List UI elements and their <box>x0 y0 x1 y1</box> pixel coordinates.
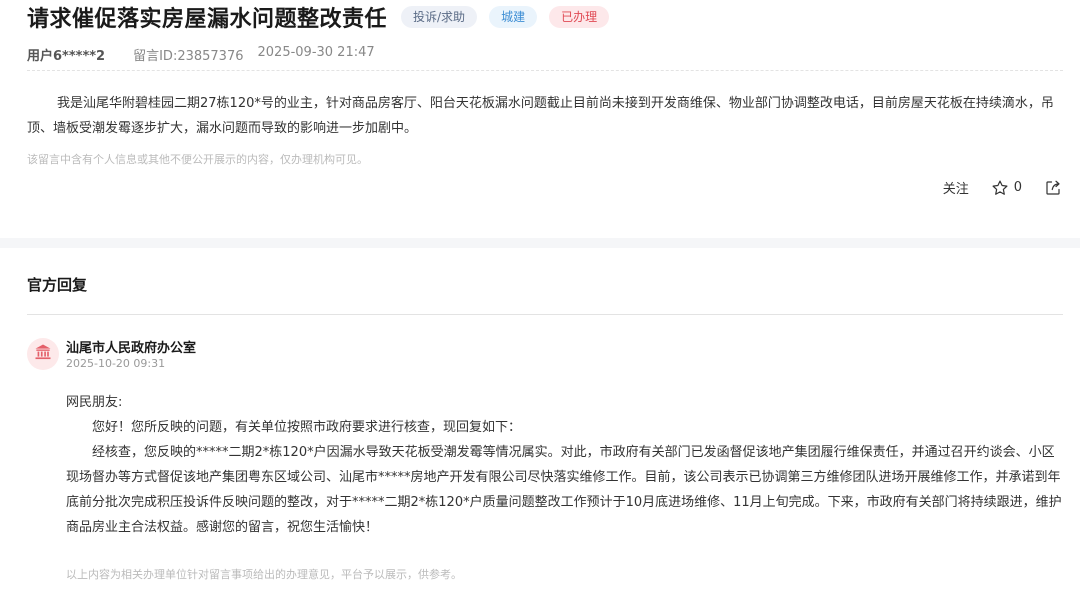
reply-paragraph: 经核查，您反映的*****二期2*栋120*户因漏水导致天花板受潮发霉等情况属实… <box>66 445 1062 535</box>
follow-button[interactable]: 关注 <box>943 178 969 197</box>
message-id: 留言ID:23857376 <box>133 49 244 64</box>
reply-time: 2025-10-20 09:31 <box>66 357 166 370</box>
avatar <box>27 338 59 370</box>
reply-footnote: 以上内容为相关办理单位针对留言事项给出的办理意见，平台予以展示，供参考。 <box>66 568 462 581</box>
divider <box>27 70 1063 71</box>
like-count: 0 <box>1013 180 1022 195</box>
reply-paragraph: 您好！您所反映的问题，有关单位按照市政府要求进行核查，现回复如下： <box>92 420 522 435</box>
privacy-note: 该留言中含有个人信息或其他不便公开展示的内容，仅办理机构可见。 <box>27 153 368 166</box>
star-icon <box>991 179 1009 197</box>
status-badge: 已办理 <box>549 6 610 28</box>
message-actions: 关注 0 <box>921 178 1062 197</box>
type-tag[interactable]: 投诉/求助 <box>401 6 478 28</box>
share-button[interactable] <box>1044 179 1062 197</box>
message-card: 请求催促落实房屋漏水问题整改责任 投诉/求助 城建 已办理 用户6*****2 … <box>0 0 1080 238</box>
org-name: 汕尾市人民政府办公室 <box>66 341 197 356</box>
section-gap <box>0 238 1080 248</box>
reply-section-title: 官方回复 <box>27 276 88 294</box>
reply-greeting: 网民朋友: <box>66 395 123 410</box>
government-building-icon <box>33 342 53 366</box>
divider <box>27 314 1063 315</box>
message-time: 2025-09-30 21:47 <box>257 45 375 60</box>
message-content: 我是汕尾华附碧桂园二期27栋120*号的业主，针对商品房客厅、阳台天花板漏水问题… <box>27 96 1054 136</box>
message-meta: 用户6*****2 留言ID:23857376 2025-09-30 21:47 <box>27 45 375 64</box>
follow-label: 关注 <box>942 182 969 197</box>
department-tag[interactable]: 城建 <box>489 6 538 28</box>
title-row: 请求催促落实房屋漏水问题整改责任 投诉/求助 城建 已办理 <box>27 1 610 33</box>
reply-body: 网民朋友: 您好！您所反映的问题，有关单位按照市政府要求进行核查，现回复如下： … <box>66 390 1063 540</box>
user-name: 用户6*****2 <box>27 49 106 64</box>
like-button[interactable]: 0 <box>991 179 1022 197</box>
page-title: 请求催促落实房屋漏水问题整改责任 <box>27 7 388 32</box>
share-icon <box>1044 179 1062 197</box>
